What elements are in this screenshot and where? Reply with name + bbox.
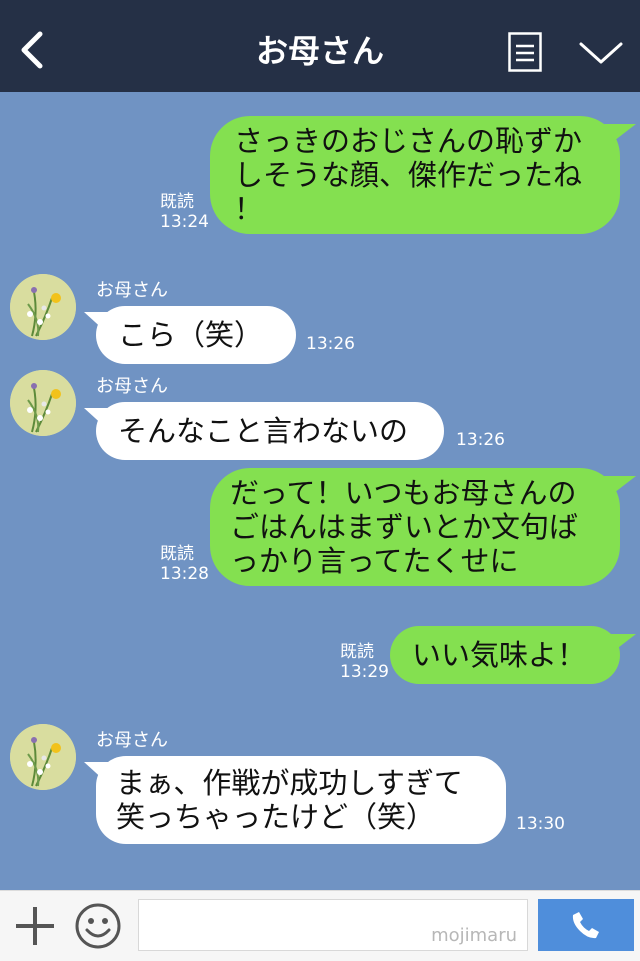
- chat-area[interactable]: さっきのおじさんの恥ずか しそうな顔、傑作だったね ！ 既読 13:24 お母さ…: [0, 92, 640, 890]
- message-meta: 既読 13:28: [160, 544, 209, 584]
- bubble-tail: [604, 124, 636, 144]
- avatar[interactable]: [10, 724, 76, 790]
- avatar[interactable]: [10, 370, 76, 436]
- message-meta: 既読 13:24: [160, 192, 209, 232]
- flower-bouquet-icon: [10, 724, 76, 790]
- message-time: 13:30: [516, 814, 565, 834]
- avatar[interactable]: [10, 274, 76, 340]
- message-meta: 既読 13:29: [340, 642, 389, 682]
- message-text: こら（笑）: [118, 318, 264, 352]
- message-bubble-outgoing: だって！いつもお母さんの ごはんはまずいとか文句ば っかり言ってたくせに: [210, 468, 620, 586]
- message-bubble-incoming: こら（笑）: [96, 306, 296, 364]
- phone-icon: [572, 912, 599, 939]
- menu-list-icon[interactable]: [508, 32, 542, 72]
- sender-name: お母さん: [96, 376, 168, 397]
- message-bubble-outgoing: さっきのおじさんの恥ずか しそうな顔、傑作だったね ！: [210, 116, 620, 234]
- smiley-icon[interactable]: [74, 902, 122, 950]
- message-text-line: 笑っちゃったけど（笑）: [116, 800, 436, 834]
- chat-title: お母さん: [255, 32, 384, 70]
- flower-bouquet-icon: [10, 274, 76, 340]
- bubble-tail: [604, 634, 636, 654]
- read-receipt: 既読: [340, 642, 374, 662]
- message-input[interactable]: mojimaru: [138, 899, 528, 951]
- message-time: 13:29: [340, 662, 389, 682]
- flower-bouquet-icon: [10, 370, 76, 436]
- message-time: 13:26: [306, 334, 355, 354]
- bubble-tail: [604, 476, 636, 496]
- sender-name: お母さん: [96, 730, 168, 751]
- message-bubble-incoming: まぁ、作戦が成功しすぎて 笑っちゃったけど（笑）: [96, 756, 506, 844]
- message-text-line: ごはんはまずいとか文句ば: [230, 510, 579, 544]
- message-time: 13:28: [160, 564, 209, 584]
- watermark: mojimaru: [431, 925, 517, 946]
- message-text: そんなこと言わないの: [118, 414, 409, 448]
- header-bar: お母さん: [0, 0, 640, 92]
- message-text-line: まぁ、作戦が成功しすぎて: [116, 766, 463, 800]
- message-text: いい気味よ！: [412, 638, 587, 672]
- message-bubble-incoming: そんなこと言わないの: [96, 402, 444, 460]
- message-bubble-outgoing: いい気味よ！: [390, 626, 620, 684]
- plus-icon[interactable]: [14, 905, 56, 947]
- message-time: 13:26: [456, 430, 505, 450]
- message-text-line: しそうな顔、傑作だったね: [234, 158, 583, 192]
- message-input-bar: mojimaru: [0, 890, 640, 961]
- call-button[interactable]: [538, 899, 634, 951]
- message-text-line: だって！いつもお母さんの: [230, 476, 577, 510]
- message-text-line: っかり言ってたくせに: [230, 544, 519, 578]
- message-text-line: さっきのおじさんの恥ずか: [234, 124, 583, 158]
- read-receipt: 既読: [160, 544, 194, 564]
- message-text-line: ！: [234, 192, 264, 226]
- read-receipt: 既読: [160, 192, 194, 212]
- message-time: 13:24: [160, 212, 209, 232]
- sender-name: お母さん: [96, 280, 168, 301]
- chevron-down-icon[interactable]: [578, 40, 624, 66]
